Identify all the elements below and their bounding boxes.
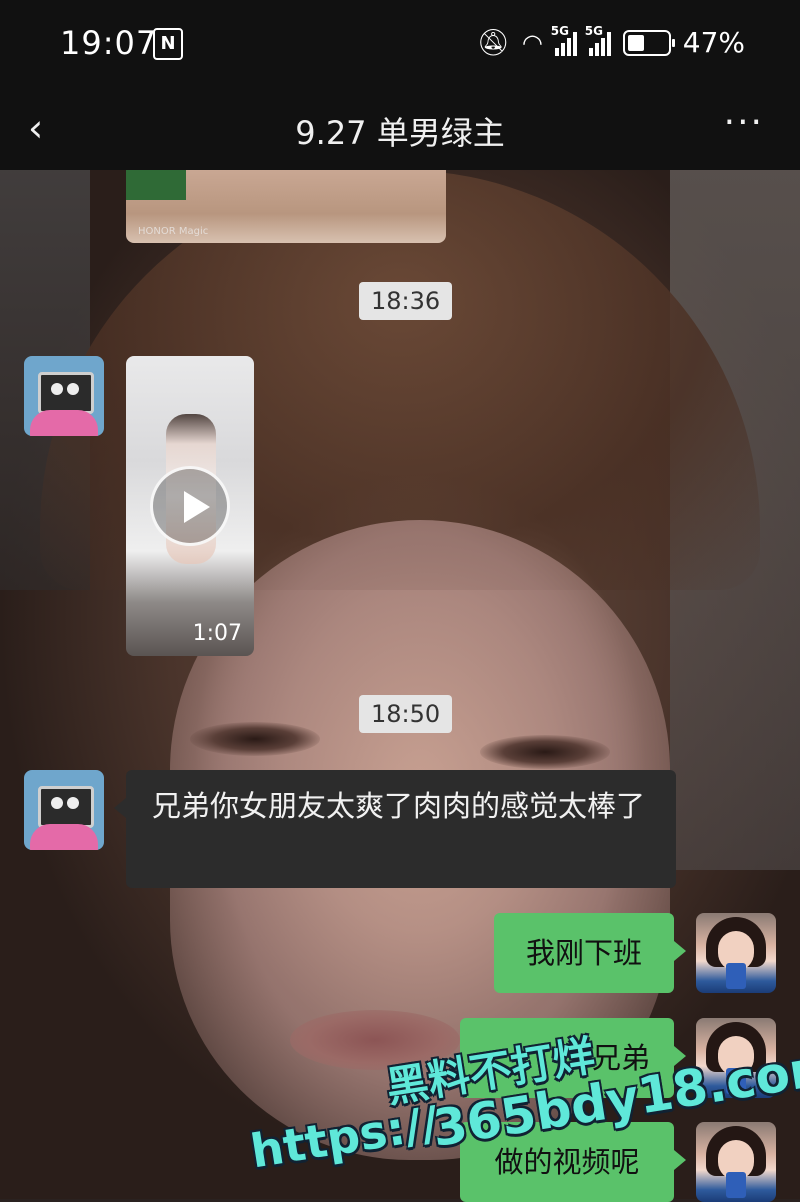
video-duration: 1:07: [192, 621, 242, 646]
chat-title: 9.27 单男绿主: [295, 114, 505, 152]
timestamp: 18:50: [359, 695, 453, 733]
video-message[interactable]: 1:07: [126, 356, 254, 656]
battery-icon: [622, 29, 675, 56]
more-options-icon[interactable]: ···: [724, 102, 764, 143]
background-eye-right: [480, 735, 610, 769]
contact-avatar[interactable]: [24, 356, 104, 436]
status-time: 19:07: [60, 24, 158, 62]
incoming-message[interactable]: 兄弟你女朋友太爽了肉肉的感觉太棒了: [114, 770, 676, 888]
battery-percent: 47%: [682, 26, 745, 59]
cell-signal-icon-2: 5G: [585, 24, 611, 56]
mute-bell-icon: 🔕︎: [476, 27, 510, 58]
contact-avatar[interactable]: [24, 770, 104, 850]
cell-signal-icon: 5G: [551, 24, 577, 56]
nfc-icon: N: [153, 28, 183, 60]
image-message[interactable]: HONOR Magic: [126, 170, 446, 243]
play-icon[interactable]: [150, 466, 230, 546]
chat-header: ‹ 9.27 单男绿主 ···: [0, 88, 800, 170]
timestamp: 18:36: [359, 282, 453, 320]
wifi-icon: ◠: [521, 28, 543, 57]
my-avatar[interactable]: [696, 1122, 776, 1202]
my-avatar[interactable]: [696, 913, 776, 993]
outgoing-message[interactable]: 我刚下班: [494, 913, 686, 993]
background-eye-left: [190, 722, 320, 756]
status-bar: 19:07 N 🔕︎ ◠ 5G 5G 47%: [0, 0, 800, 88]
